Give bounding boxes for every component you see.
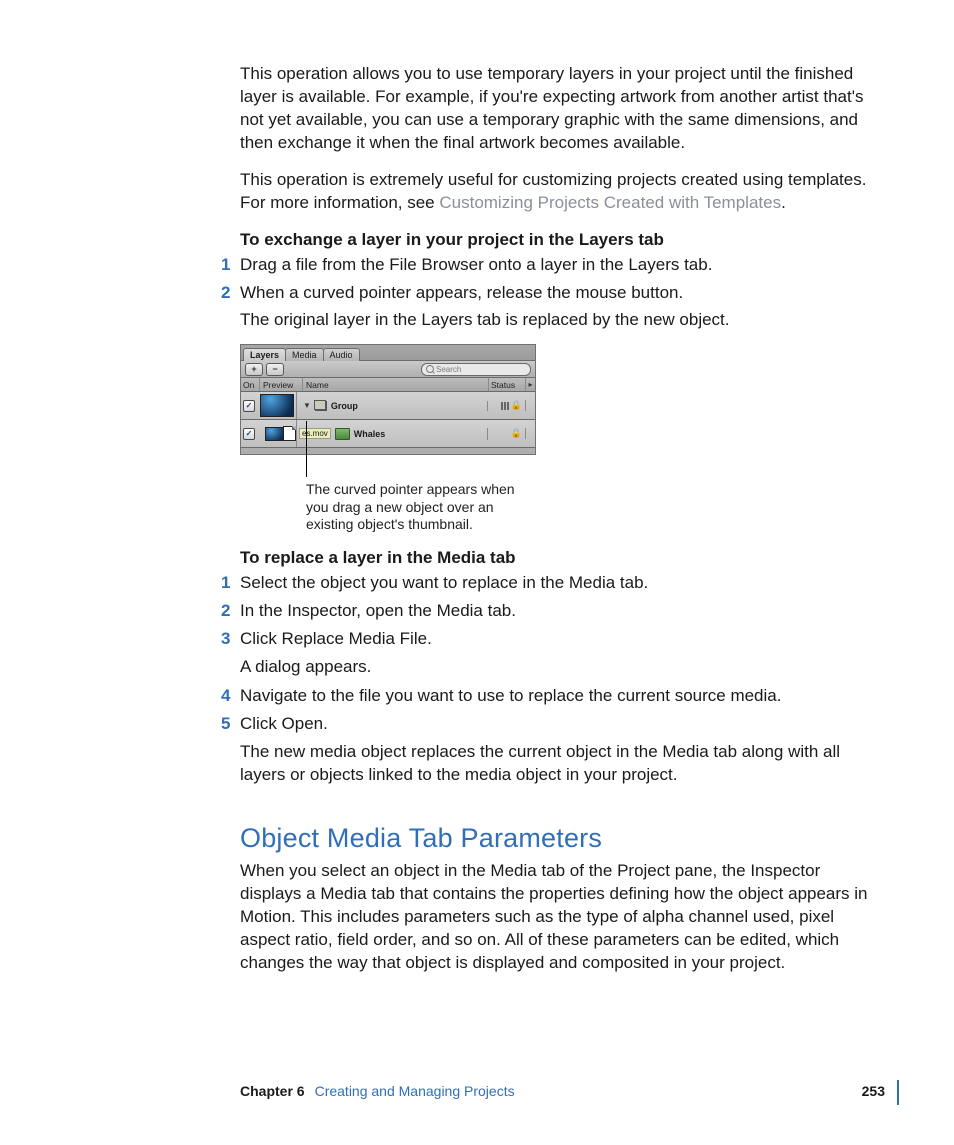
search-icon bbox=[426, 365, 434, 373]
list-item: 2 In the Inspector, open the Media tab. bbox=[240, 600, 885, 623]
step-body: The new media object replaces the curren… bbox=[240, 741, 885, 787]
page-footer: Chapter 6 Creating and Managing Projects… bbox=[0, 1083, 954, 1099]
task-heading: To exchange a layer in your project in t… bbox=[240, 229, 885, 252]
tab-audio[interactable]: Audio bbox=[323, 348, 360, 361]
layer-thumbnail bbox=[260, 394, 294, 417]
numbered-list: 1 Drag a file from the File Browser onto… bbox=[240, 254, 885, 333]
lock-icon[interactable]: 🔒 bbox=[511, 428, 522, 439]
list-item: 1 Select the object you want to replace … bbox=[240, 572, 885, 595]
figure-callout: The curved pointer appears when you drag… bbox=[306, 455, 885, 539]
panel-footer bbox=[241, 448, 535, 454]
text-run: . bbox=[781, 193, 786, 212]
layer-name[interactable]: Whales bbox=[354, 429, 386, 439]
layer-thumbnail bbox=[265, 427, 285, 441]
step-text: Click Open. bbox=[240, 713, 885, 736]
body-paragraph: When you select an object in the Media t… bbox=[240, 860, 885, 975]
footer-chapter-title: Creating and Managing Projects bbox=[315, 1083, 515, 1099]
tab-media[interactable]: Media bbox=[285, 348, 324, 361]
step-text: In the Inspector, open the Media tab. bbox=[240, 600, 885, 623]
tab-layers[interactable]: Layers bbox=[243, 348, 286, 361]
layer-row-whales[interactable]: ✓ es.mov Whales 🔒 bbox=[241, 420, 535, 448]
step-number: 3 bbox=[221, 628, 230, 651]
step-text: Drag a file from the File Browser onto a… bbox=[240, 254, 885, 277]
step-number: 1 bbox=[221, 254, 230, 277]
layers-panel: Layers Media Audio + − Search On Preview… bbox=[240, 344, 536, 455]
list-item: 4 Navigate to the file you want to use t… bbox=[240, 685, 885, 708]
cell-preview bbox=[257, 420, 297, 447]
cell-status: 🔒 bbox=[488, 428, 526, 439]
stack-icon bbox=[501, 402, 509, 410]
step-text: When a curved pointer appears, release t… bbox=[240, 282, 885, 305]
step-body: A dialog appears. bbox=[240, 656, 885, 679]
visibility-checkbox[interactable]: ✓ bbox=[243, 400, 255, 412]
cell-on: ✓ bbox=[241, 400, 257, 412]
disclosure-triangle-icon[interactable]: ▼ bbox=[303, 401, 311, 410]
footer-chapter: Chapter 6 bbox=[240, 1083, 305, 1099]
step-text: Click Replace Media File. bbox=[240, 628, 885, 651]
header-menu-caret[interactable]: ▸ bbox=[526, 378, 535, 391]
file-icon bbox=[283, 426, 296, 441]
cell-preview bbox=[257, 392, 297, 419]
step-text: Select the object you want to replace in… bbox=[240, 572, 885, 595]
cell-on: ✓ bbox=[241, 428, 257, 440]
numbered-list: 1 Select the object you want to replace … bbox=[240, 572, 885, 787]
section-heading: Object Media Tab Parameters bbox=[240, 823, 885, 854]
cross-reference-link[interactable]: Customizing Projects Created with Templa… bbox=[439, 193, 781, 212]
header-status[interactable]: Status bbox=[489, 378, 526, 391]
task-heading: To replace a layer in the Media tab bbox=[240, 547, 885, 570]
panel-toolbar: + − Search bbox=[241, 361, 535, 378]
drag-file-label: es.mov bbox=[299, 428, 331, 439]
step-number: 5 bbox=[221, 713, 230, 736]
cell-name: es.mov Whales bbox=[297, 428, 488, 440]
header-name[interactable]: Name bbox=[303, 378, 489, 391]
footer-rule bbox=[897, 1080, 899, 1105]
callout-text: The curved pointer appears when you drag… bbox=[306, 481, 516, 534]
panel-tab-bar: Layers Media Audio bbox=[241, 345, 535, 361]
body-paragraph: This operation is extremely useful for c… bbox=[240, 169, 885, 215]
list-item: 3 Click Replace Media File. bbox=[240, 628, 885, 651]
lock-icon[interactable]: 🔒 bbox=[511, 400, 522, 411]
step-number: 2 bbox=[221, 282, 230, 305]
step-number: 1 bbox=[221, 572, 230, 595]
clip-icon bbox=[335, 428, 350, 440]
search-field[interactable]: Search bbox=[421, 363, 531, 376]
callout-leader-line bbox=[306, 421, 307, 477]
group-icon bbox=[315, 401, 327, 411]
step-body: The original layer in the Layers tab is … bbox=[240, 309, 885, 332]
layer-name[interactable]: Group bbox=[331, 401, 358, 411]
layer-row-group[interactable]: ✓ ▼ Group 🔒 bbox=[241, 392, 535, 420]
add-button[interactable]: + bbox=[245, 363, 263, 376]
step-number: 4 bbox=[221, 685, 230, 708]
list-item: 1 Drag a file from the File Browser onto… bbox=[240, 254, 885, 277]
header-preview[interactable]: Preview bbox=[260, 378, 303, 391]
search-placeholder: Search bbox=[436, 365, 461, 374]
header-on[interactable]: On bbox=[241, 378, 260, 391]
body-paragraph: This operation allows you to use tempora… bbox=[240, 63, 885, 155]
remove-button[interactable]: − bbox=[266, 363, 284, 376]
list-item: 2 When a curved pointer appears, release… bbox=[240, 282, 885, 305]
visibility-checkbox[interactable]: ✓ bbox=[243, 428, 255, 440]
list-item: 5 Click Open. bbox=[240, 713, 885, 736]
cell-status: 🔒 bbox=[488, 400, 526, 411]
embedded-screenshot: Layers Media Audio + − Search On Preview… bbox=[240, 344, 885, 539]
step-text: Navigate to the file you want to use to … bbox=[240, 685, 885, 708]
footer-page-number: 253 bbox=[862, 1083, 885, 1099]
column-headers: On Preview Name Status ▸ bbox=[241, 378, 535, 392]
cell-name: ▼ Group bbox=[297, 401, 488, 411]
document-page: This operation allows you to use tempora… bbox=[0, 0, 954, 1145]
drag-cursor bbox=[283, 426, 296, 441]
step-number: 2 bbox=[221, 600, 230, 623]
